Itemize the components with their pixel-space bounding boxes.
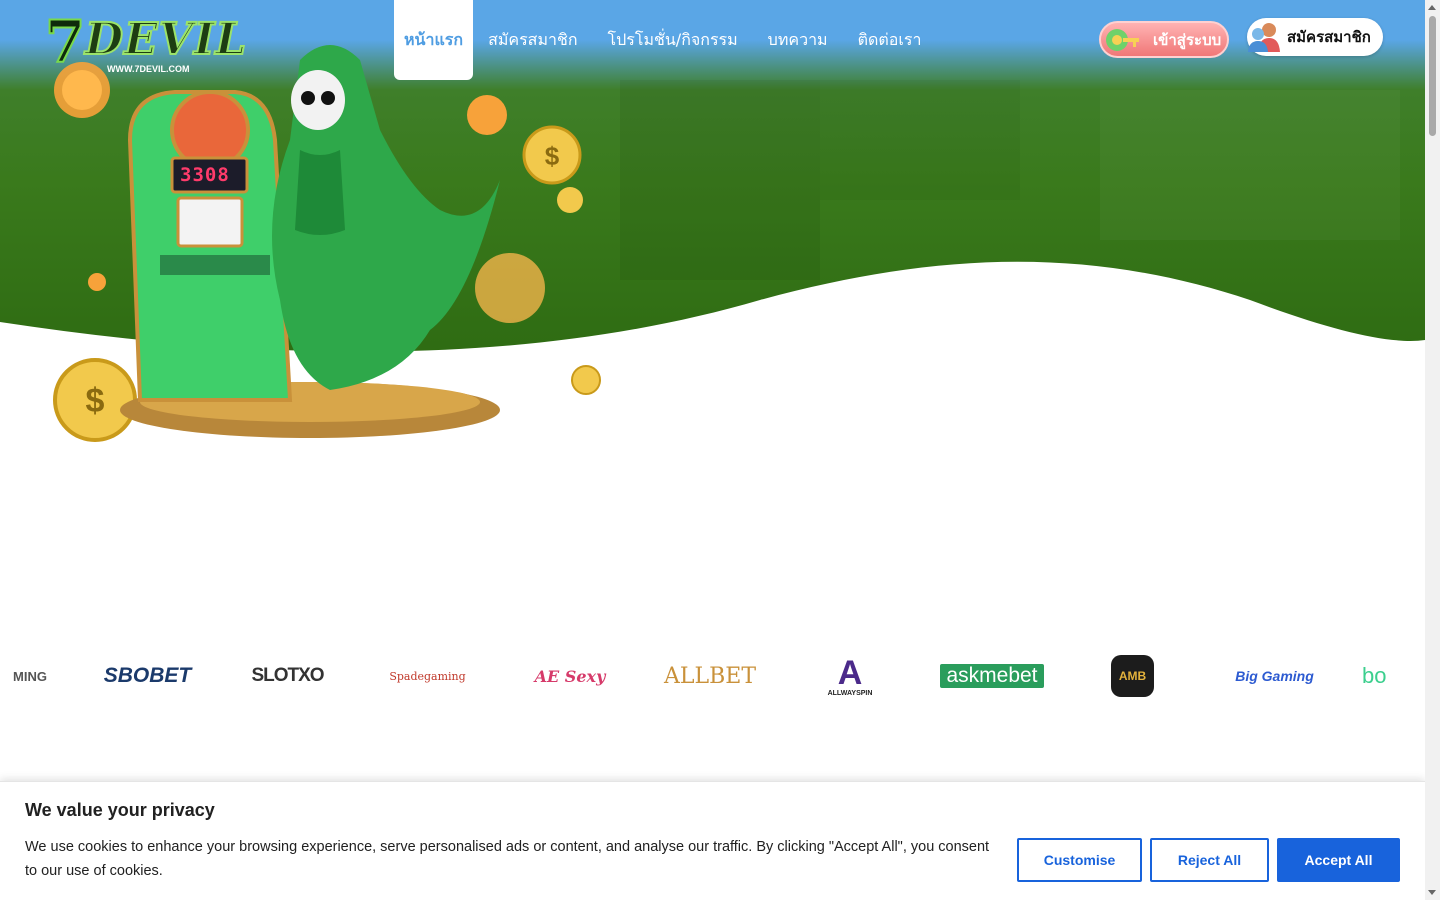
- nav-item-contact[interactable]: ติดต่อเรา: [843, 0, 937, 80]
- partner-logo: SLOTXO: [251, 665, 324, 686]
- svg-text:$: $: [86, 382, 105, 420]
- scroll-up-arrow-icon[interactable]: [1428, 5, 1436, 10]
- partner-logo: AE Sexy: [534, 666, 606, 686]
- allwayspin-mark: A: [837, 653, 863, 692]
- cookie-consent-banner: We value your privacy We use cookies to …: [0, 781, 1425, 900]
- logo-wordmark: DEVIL: [84, 13, 248, 66]
- customise-button[interactable]: Customise: [1017, 838, 1142, 882]
- partner-logo: Big Gaming: [1235, 668, 1314, 684]
- partner-logo: Spadegaming: [389, 669, 466, 683]
- partner-logo: SBOBET: [103, 664, 192, 687]
- partner-logo: ALLBET: [663, 663, 756, 689]
- key-icon: [1105, 25, 1141, 55]
- main-nav: หน้าแรก สมัครสมาชิก โปรโมชั่น/กิจกรรม บท…: [394, 0, 936, 80]
- partner-logo: bo: [1362, 663, 1387, 688]
- page-scrollbar[interactable]: [1425, 0, 1440, 900]
- partner-logo: MING: [13, 668, 47, 684]
- scroll-down-arrow-icon[interactable]: [1428, 890, 1436, 895]
- page: $ $ 3308 7 DEVIL WWW.7DEVIL.COM หน้าแรก …: [0, 0, 1440, 900]
- logo-url: WWW.7DEVIL.COM: [107, 64, 190, 74]
- register-label: สมัครสมาชิก: [1287, 28, 1371, 46]
- login-button[interactable]: เข้าสู่ระบบ: [1099, 21, 1229, 58]
- reject-all-button[interactable]: Reject All: [1150, 838, 1269, 882]
- partner-logo: A ALLWAYSPIN: [827, 653, 873, 697]
- nav-item-articles[interactable]: บทความ: [753, 0, 843, 80]
- nav-item-home[interactable]: หน้าแรก: [394, 0, 474, 80]
- accept-all-button[interactable]: Accept All: [1277, 838, 1400, 882]
- cookie-description: We use cookies to enhance your browsing …: [25, 839, 990, 879]
- register-button[interactable]: สมัครสมาชิก: [1247, 18, 1383, 56]
- users-icon: [1245, 18, 1283, 56]
- partner-logos-strip: MING SBOBET SLOTXO Spadegaming AE Sexy A…: [0, 640, 1425, 712]
- login-label: เข้าสู่ระบบ: [1153, 30, 1222, 49]
- scrollbar-thumb[interactable]: [1429, 16, 1436, 136]
- partner-logo: askmebet: [930, 640, 1054, 712]
- cookie-title: We value your privacy: [25, 800, 215, 820]
- site-logo[interactable]: 7 DEVIL WWW.7DEVIL.COM: [44, 6, 247, 78]
- nav-item-promotions[interactable]: โปรโมชั่น/กิจกรรม: [593, 0, 753, 80]
- slot-display: 3308: [180, 164, 230, 186]
- svg-text:$: $: [545, 141, 560, 171]
- logo-seven: 7: [44, 7, 86, 77]
- nav-item-register[interactable]: สมัครสมาชิก: [473, 0, 592, 80]
- partner-logo: AMB: [1105, 640, 1160, 712]
